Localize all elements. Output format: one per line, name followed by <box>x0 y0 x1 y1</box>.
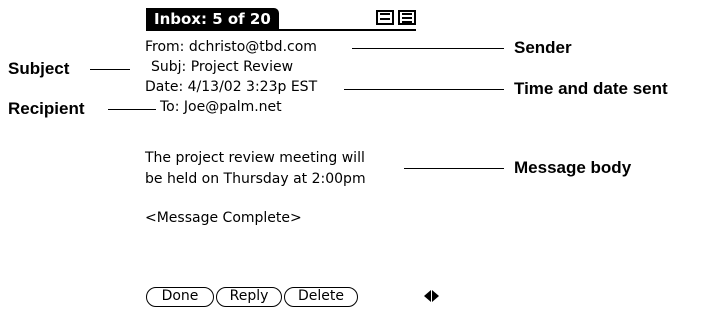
leader-message-body <box>404 168 504 169</box>
leader-time-date <box>344 89 504 90</box>
callout-message-body: Message body <box>514 158 632 177</box>
to-value: Joe@palm.net <box>183 99 282 115</box>
from-value: dchristo@tbd.com <box>188 39 317 55</box>
abbreviated-header-view-icon[interactable] <box>398 10 416 25</box>
date-value: 4/13/02 3:23p EST <box>187 79 318 95</box>
from-label: From: <box>145 39 185 55</box>
date-field: Date: 4/13/02 3:23p EST <box>145 78 317 96</box>
to-field: To: Joe@palm.net <box>160 98 282 116</box>
leader-sender <box>352 48 504 49</box>
view-toggle <box>376 10 416 25</box>
body-line-2: be held on Thursday at 2:00pm <box>145 171 366 187</box>
message-body: The project review meeting will be held … <box>145 148 405 190</box>
callout-time-date: Time and date sent <box>514 79 668 98</box>
from-field: From: dchristo@tbd.com <box>145 38 317 56</box>
subject-label: Subj: <box>151 59 187 75</box>
leader-subject <box>90 69 130 70</box>
body-line-1: The project review meeting will <box>145 150 365 166</box>
to-label: To: <box>160 99 180 115</box>
subject-value: Project Review <box>190 59 294 75</box>
callout-sender: Sender <box>514 38 572 57</box>
leader-recipient <box>108 109 156 110</box>
callout-subject: Subject <box>8 59 70 78</box>
subject-field: Subj: Project Review <box>151 58 293 76</box>
delete-button[interactable]: Delete <box>284 287 358 307</box>
inbox-title: Inbox: 5 of 20 <box>146 8 279 30</box>
full-header-view-icon[interactable] <box>376 10 394 25</box>
callout-recipient: Recipient <box>8 99 85 118</box>
reply-button[interactable]: Reply <box>216 287 282 307</box>
date-label: Date: <box>145 79 184 95</box>
title-bar: Inbox: 5 of 20 <box>146 8 416 31</box>
scroll-right-icon[interactable] <box>432 290 439 302</box>
scroll-arrows[interactable] <box>424 290 439 302</box>
done-button[interactable]: Done <box>146 287 214 307</box>
message-complete-text: <Message Complete> <box>145 210 302 226</box>
scroll-left-icon[interactable] <box>424 290 431 302</box>
title-divider <box>146 29 416 31</box>
